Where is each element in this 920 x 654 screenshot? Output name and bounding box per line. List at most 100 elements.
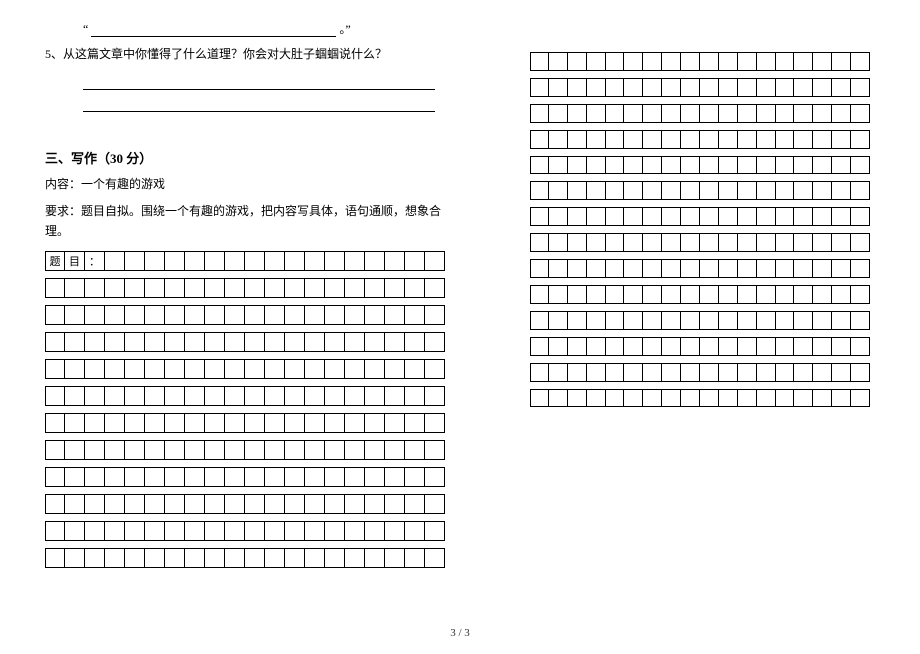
grid-cell — [757, 181, 776, 200]
quote-open: “ — [83, 22, 88, 36]
grid-cell — [85, 305, 105, 325]
grid-cell — [662, 337, 681, 356]
grid-cell — [285, 359, 305, 379]
grid-cell — [681, 363, 700, 382]
grid-cell — [757, 52, 776, 71]
grid-cell — [738, 181, 757, 200]
grid-cell — [385, 494, 405, 514]
grid-cell — [125, 278, 145, 298]
grid-cell — [125, 386, 145, 406]
grid-cell — [757, 104, 776, 123]
grid-cell — [125, 332, 145, 352]
grid-cell — [365, 494, 385, 514]
grid-cell — [813, 104, 832, 123]
grid-cell — [425, 413, 445, 433]
grid-cell — [851, 207, 870, 226]
grid-cell — [165, 305, 185, 325]
grid-cell — [245, 386, 265, 406]
title-cell — [165, 251, 185, 271]
grid-cell — [568, 130, 587, 149]
grid-cell — [265, 467, 285, 487]
grid-cell — [794, 285, 813, 304]
grid-cell — [345, 386, 365, 406]
grid-cell — [325, 494, 345, 514]
grid-cell — [530, 285, 549, 304]
grid-cell — [568, 104, 587, 123]
grid-cell — [624, 130, 643, 149]
grid-cell — [125, 494, 145, 514]
grid-cell — [65, 332, 85, 352]
grid-cell — [851, 285, 870, 304]
grid-cell — [245, 467, 265, 487]
grid-cell — [700, 181, 719, 200]
grid-cell — [305, 305, 325, 325]
grid-cell — [285, 332, 305, 352]
grid-cell — [738, 389, 757, 408]
grid-cell — [719, 363, 738, 382]
grid-cell — [851, 233, 870, 252]
grid-cell — [65, 278, 85, 298]
grid-cell — [305, 548, 325, 568]
grid-cell — [530, 156, 549, 175]
grid-cell — [813, 337, 832, 356]
grid-cell — [325, 278, 345, 298]
grid-cell — [185, 521, 205, 541]
grid-cell — [813, 233, 832, 252]
grid-cell — [145, 359, 165, 379]
grid-cell — [643, 311, 662, 330]
grid-cell — [681, 337, 700, 356]
grid-cell — [45, 467, 65, 487]
grid-cell — [549, 52, 568, 71]
grid-cell — [549, 363, 568, 382]
grid-row — [45, 467, 445, 487]
grid-cell — [624, 207, 643, 226]
grid-cell — [794, 337, 813, 356]
title-cell — [125, 251, 145, 271]
title-cell — [405, 251, 425, 271]
grid-cell — [530, 130, 549, 149]
grid-cell — [225, 521, 245, 541]
grid-cell — [265, 494, 285, 514]
grid-cell — [125, 548, 145, 568]
grid-row — [45, 548, 445, 568]
grid-cell — [125, 467, 145, 487]
grid-cell — [405, 359, 425, 379]
grid-cell — [225, 548, 245, 568]
grid-cell — [587, 259, 606, 278]
grid-cell — [719, 337, 738, 356]
grid-cell — [643, 130, 662, 149]
grid-cell — [530, 311, 549, 330]
title-cell: 题 — [45, 251, 65, 271]
grid-cell — [225, 332, 245, 352]
grid-cell — [265, 548, 285, 568]
grid-cell — [205, 413, 225, 433]
grid-cell — [606, 337, 625, 356]
grid-cell — [587, 285, 606, 304]
title-cell — [185, 251, 205, 271]
grid-cell — [325, 440, 345, 460]
grid-cell — [385, 521, 405, 541]
grid-cell — [832, 233, 851, 252]
grid-cell — [549, 104, 568, 123]
grid-cell — [738, 207, 757, 226]
grid-cell — [530, 181, 549, 200]
grid-cell — [530, 104, 549, 123]
grid-cell — [851, 52, 870, 71]
grid-cell — [305, 278, 325, 298]
grid-cell — [719, 389, 738, 408]
grid-cell — [325, 305, 345, 325]
quote-end: 。” — [339, 22, 350, 36]
grid-cell — [530, 207, 549, 226]
grid-cell — [776, 78, 795, 97]
grid-cell — [606, 52, 625, 71]
grid-cell — [205, 440, 225, 460]
grid-cell — [225, 413, 245, 433]
grid-row — [45, 494, 445, 514]
grid-cell — [568, 363, 587, 382]
grid-cell — [165, 521, 185, 541]
grid-cell — [587, 311, 606, 330]
grid-cell — [549, 78, 568, 97]
grid-row — [45, 386, 445, 406]
grid-cell — [345, 494, 365, 514]
grid-cell — [45, 332, 65, 352]
